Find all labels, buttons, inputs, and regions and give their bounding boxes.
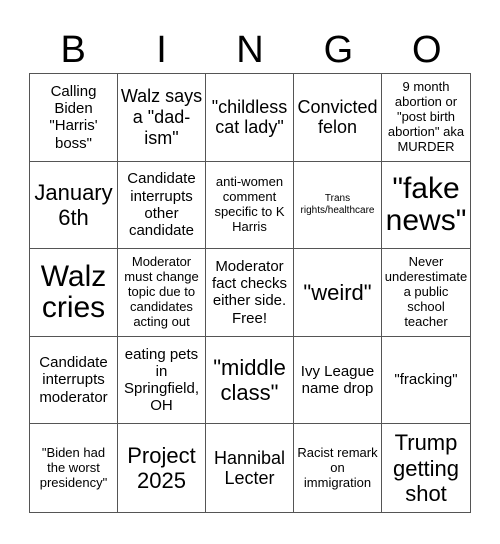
header-letter-g: G [323,29,354,71]
bingo-cell[interactable]: 9 month abortion or "post birth abortion… [382,74,470,162]
bingo-cell[interactable]: eating pets in Springfield, OH [118,336,206,425]
bingo-cell[interactable]: Walz says a "dad-ism" [118,74,206,162]
bingo-cell[interactable]: "fracking" [382,337,470,425]
bingo-cell[interactable]: "middle class" [206,336,294,425]
bingo-cell[interactable]: Walz cries [30,249,118,337]
bingo-cell[interactable]: Calling Biden "Harris' boss" [30,74,118,162]
bingo-cell[interactable]: Project 2025 [118,424,206,512]
header-letter-b: B [60,29,86,71]
bingo-cell[interactable]: Ivy League name drop [294,336,382,425]
bingo-cell[interactable]: Candidate interrupts other candidate [118,161,206,250]
bingo-cell[interactable]: Convicted felon [294,74,382,162]
bingo-cell[interactable]: Moderator must change topic due to candi… [118,249,206,337]
bingo-cell[interactable]: Moderator fact checks either side. Free! [206,249,294,337]
bingo-grid: Calling Biden "Harris' boss" Walz says a… [29,73,471,513]
bingo-cell[interactable]: Candidate interrupts moderator [30,336,118,425]
bingo-cell[interactable]: Racist remark on immigration [294,424,382,512]
bingo-cell[interactable]: anti-women comment specific to K Harris [206,161,294,250]
bingo-header: B I N G O [29,28,471,72]
header-letter-i: I [156,29,167,71]
bingo-cell[interactable]: January 6th [30,161,118,250]
header-letter-o: O [411,29,442,71]
bingo-cell[interactable]: "childless cat lady" [206,74,294,162]
bingo-cell[interactable]: Hannibal Lecter [206,424,294,512]
bingo-cell[interactable]: "Biden had the worst presidency" [30,424,118,512]
header-letter-n: N [236,29,264,71]
bingo-cell[interactable]: "fake news" [382,162,470,250]
bingo-cell[interactable]: Trans rights/healthcare [294,161,382,250]
bingo-cell[interactable]: "weird" [294,249,382,337]
bingo-cell[interactable]: Never underestimate a public school teac… [382,249,470,337]
bingo-cell[interactable]: Trump getting shot [382,424,470,512]
